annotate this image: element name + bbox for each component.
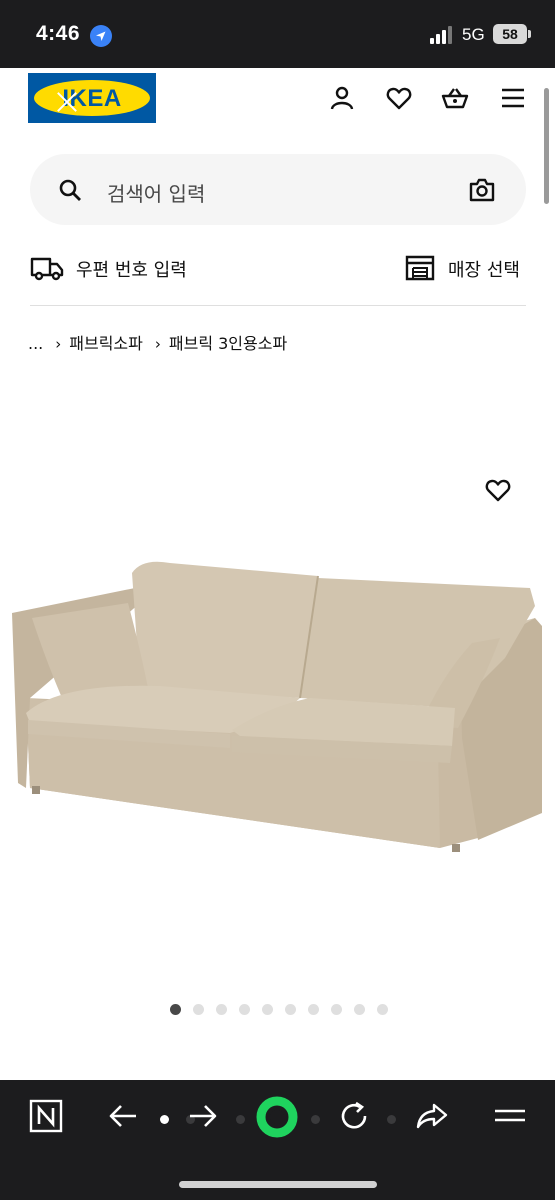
home-indicator[interactable]	[179, 1181, 377, 1188]
truck-icon[interactable]	[30, 254, 64, 282]
divider	[30, 305, 526, 306]
store-select-link[interactable]: 매장 선택	[448, 256, 520, 282]
status-time: 4:46	[36, 22, 81, 45]
battery-tip	[528, 30, 531, 38]
close-icon[interactable]	[56, 91, 78, 113]
carousel-dot[interactable]	[331, 1004, 342, 1015]
breadcrumb-item[interactable]: 패브릭소파	[69, 330, 143, 354]
browser-toolbar	[0, 1080, 555, 1200]
carousel-dot[interactable]	[262, 1004, 273, 1015]
breadcrumb: ... › 패브릭소파 › 패브릭 3인용소파	[28, 330, 287, 354]
carousel-dot[interactable]	[239, 1004, 250, 1015]
toolbar-page-dot	[236, 1115, 245, 1124]
home-ring-icon[interactable]	[256, 1096, 298, 1138]
search-icon	[58, 178, 82, 202]
heart-icon[interactable]	[385, 84, 413, 112]
status-bar: 4:46 5G 58	[0, 0, 555, 68]
logo-text: IKEA	[62, 85, 122, 112]
reload-icon[interactable]	[336, 1098, 372, 1134]
menu-icon[interactable]	[492, 1098, 528, 1134]
product-image-sofa[interactable]	[0, 548, 555, 868]
add-to-favourites-heart-icon[interactable]	[484, 476, 512, 504]
toolbar-page-dot	[311, 1115, 320, 1124]
network-type: 5G	[462, 25, 485, 44]
carousel-dot-active[interactable]	[170, 1004, 181, 1015]
location-arrow-icon	[90, 25, 112, 47]
carousel-dot[interactable]	[377, 1004, 388, 1015]
carousel-dot[interactable]	[354, 1004, 365, 1015]
toolbar-page-dot	[387, 1115, 396, 1124]
postcode-link[interactable]: 우편 번호 입력	[76, 256, 187, 282]
scrollbar[interactable]	[544, 88, 549, 204]
breadcrumb-item-current[interactable]: 패브릭 3인용소파	[169, 330, 287, 354]
carousel-dot[interactable]	[285, 1004, 296, 1015]
camera-icon[interactable]	[468, 176, 496, 204]
share-icon[interactable]	[414, 1098, 450, 1134]
breadcrumb-separator: ›	[154, 335, 161, 353]
cellular-signal-icon	[430, 26, 454, 44]
ikea-logo[interactable]: IKEA	[28, 73, 156, 123]
carousel-dot[interactable]	[216, 1004, 227, 1015]
back-arrow-icon[interactable]	[106, 1098, 142, 1134]
search-input[interactable]: 검색어 입력	[30, 154, 526, 225]
forward-arrow-icon[interactable]	[184, 1098, 220, 1134]
breadcrumb-ellipsis[interactable]: ...	[28, 334, 43, 353]
store-icon[interactable]	[404, 254, 436, 282]
breadcrumb-separator: ›	[55, 335, 62, 353]
site-header: IKEA	[0, 68, 555, 130]
menu-icon[interactable]	[499, 84, 527, 112]
toolbar-page-dot-active	[160, 1115, 169, 1124]
delivery-row: 우편 번호 입력 매장 선택	[30, 246, 526, 290]
search-placeholder: 검색어 입력	[107, 182, 206, 206]
web-page: IKEA 검색어 입력 우편 번호 입력 매장 선택 ... › 패브릭소파 ›…	[0, 68, 555, 1080]
carousel-dot[interactable]	[193, 1004, 204, 1015]
basket-icon[interactable]	[441, 84, 469, 112]
battery-level: 58	[493, 24, 527, 44]
notion-icon[interactable]	[28, 1098, 64, 1134]
carousel-dot[interactable]	[308, 1004, 319, 1015]
account-icon[interactable]	[328, 84, 356, 112]
